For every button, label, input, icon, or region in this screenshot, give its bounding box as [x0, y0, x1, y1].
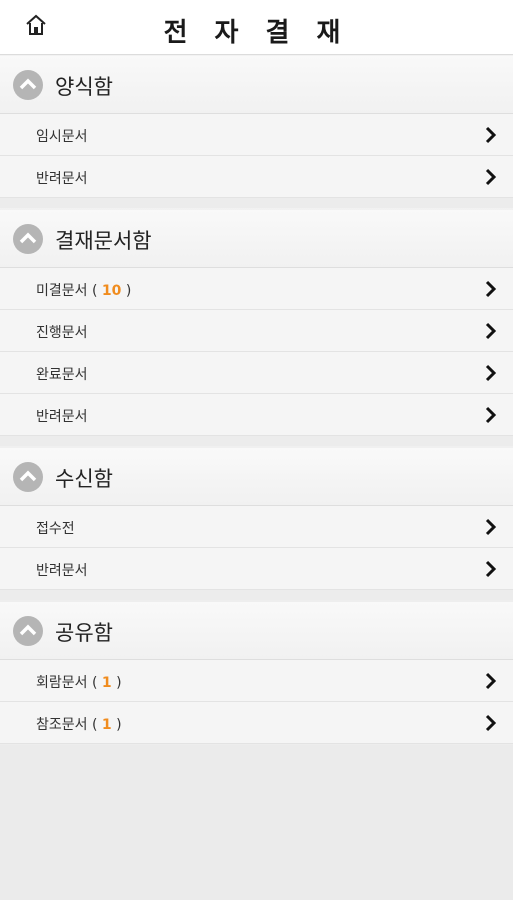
section-title: 수신함	[55, 467, 113, 491]
section-separator	[0, 198, 513, 208]
section-title: 결재문서함	[55, 229, 152, 253]
item-label-text: 참조문서	[36, 717, 88, 733]
item-label: 회람문서 ( 1 )	[36, 675, 122, 691]
list-item-rejected-docs[interactable]: 반려문서	[0, 156, 513, 198]
section-title: 양식함	[55, 75, 113, 99]
chevron-right-icon	[485, 168, 497, 186]
item-label: 임시문서	[36, 129, 88, 145]
chevron-right-icon	[485, 518, 497, 536]
list-item-temp-docs[interactable]: 임시문서	[0, 114, 513, 156]
page-title: 전 자 결 재	[163, 18, 350, 48]
collapse-up-icon[interactable]	[13, 70, 43, 100]
chevron-right-icon	[485, 280, 497, 298]
item-label: 접수전	[36, 521, 75, 537]
item-label: 완료문서	[36, 367, 88, 383]
section-approval-box: 결재문서함 미결문서 ( 10 ) 진행문서 완료문서 반려문서	[0, 210, 513, 446]
item-label-text: 미결문서	[36, 283, 88, 299]
count-badge: 1	[101, 675, 112, 691]
item-label: 진행문서	[36, 325, 88, 341]
chevron-right-icon	[485, 560, 497, 578]
empty-area	[0, 745, 513, 900]
list-item-before-receipt[interactable]: 접수전	[0, 506, 513, 548]
section-header[interactable]: 수신함	[0, 448, 513, 506]
section-header[interactable]: 결재문서함	[0, 210, 513, 268]
section-form-box: 양식함 임시문서 반려문서	[0, 56, 513, 208]
collapse-up-icon[interactable]	[13, 616, 43, 646]
item-label: 참조문서 ( 1 )	[36, 717, 122, 733]
list-item-in-progress-docs[interactable]: 진행문서	[0, 310, 513, 352]
item-label: 반려문서	[36, 409, 88, 425]
list-item-completed-docs[interactable]: 완료문서	[0, 352, 513, 394]
section-separator	[0, 590, 513, 600]
item-label: 반려문서	[36, 171, 88, 187]
list-item-reference-docs[interactable]: 참조문서 ( 1 )	[0, 702, 513, 744]
section-shared-box: 공유함 회람문서 ( 1 ) 참조문서 ( 1 )	[0, 602, 513, 744]
list-item-rejected-docs[interactable]: 반려문서	[0, 394, 513, 436]
collapse-up-icon[interactable]	[13, 462, 43, 492]
list-item-pending-docs[interactable]: 미결문서 ( 10 )	[0, 268, 513, 310]
app-header: 전 자 결 재	[0, 0, 513, 55]
chevron-right-icon	[485, 126, 497, 144]
count-badge: 1	[101, 717, 112, 733]
section-header[interactable]: 양식함	[0, 56, 513, 114]
section-separator	[0, 436, 513, 446]
chevron-right-icon	[485, 672, 497, 690]
list-item-circulation-docs[interactable]: 회람문서 ( 1 )	[0, 660, 513, 702]
count-badge: 10	[101, 283, 122, 299]
section-header[interactable]: 공유함	[0, 602, 513, 660]
list-item-rejected-docs[interactable]: 반려문서	[0, 548, 513, 590]
chevron-right-icon	[485, 322, 497, 340]
chevron-right-icon	[485, 406, 497, 424]
section-title: 공유함	[55, 621, 113, 645]
section-inbox: 수신함 접수전 반려문서	[0, 448, 513, 600]
collapse-up-icon[interactable]	[13, 224, 43, 254]
chevron-right-icon	[485, 364, 497, 382]
item-label-text: 회람문서	[36, 675, 88, 691]
item-label: 미결문서 ( 10 )	[36, 283, 132, 299]
chevron-right-icon	[485, 714, 497, 732]
item-label: 반려문서	[36, 563, 88, 579]
